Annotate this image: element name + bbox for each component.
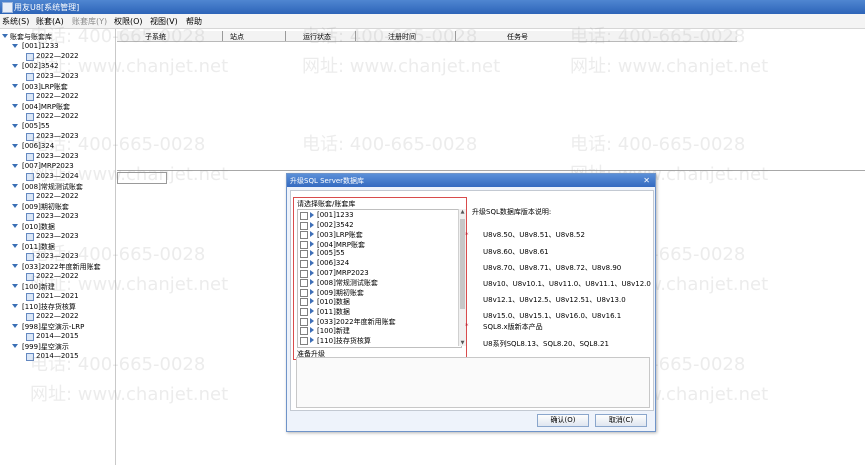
expand-icon[interactable] bbox=[12, 44, 18, 48]
window-title: 用友U8[系统管理] bbox=[14, 3, 80, 12]
expand-icon[interactable] bbox=[12, 224, 18, 228]
scroll-down-icon[interactable]: ▼ bbox=[459, 340, 466, 346]
checkbox[interactable] bbox=[300, 308, 308, 316]
arrow-icon bbox=[310, 221, 314, 228]
watermark-phone: 电话: 400-665-0028 bbox=[570, 134, 746, 155]
watermark-phone: 电话: 400-665-0028 bbox=[570, 26, 746, 47]
account-select-group: 请选择账套/账套库 [001]1233 [002]3542 [003]LRP账套 [0… bbox=[293, 197, 467, 360]
calendar-icon bbox=[26, 313, 34, 321]
menu-system[interactable]: 系统(S) bbox=[2, 16, 29, 27]
calendar-icon bbox=[26, 93, 34, 101]
checkbox[interactable] bbox=[300, 240, 308, 249]
progress-area bbox=[296, 357, 650, 408]
watermark-phone: 电话: 400-665-0028 bbox=[30, 26, 206, 47]
arrow-icon bbox=[310, 269, 314, 276]
checkbox[interactable] bbox=[300, 317, 308, 326]
watermark-site: 网址: www.chanjet.net bbox=[30, 274, 229, 295]
expand-icon[interactable] bbox=[12, 104, 18, 108]
col-site[interactable]: 站点 bbox=[230, 32, 244, 42]
note-star: * bbox=[465, 322, 469, 330]
col-task-id[interactable]: 任务号 bbox=[507, 32, 528, 42]
version-note-title: 升级SQL数据库版本说明: bbox=[472, 208, 552, 216]
version-line: U8v15.0、U8v15.1、U8v16.0、U8v16.1 bbox=[483, 312, 622, 320]
arrow-icon bbox=[310, 298, 314, 305]
cancel-button[interactable]: 取消(C) bbox=[595, 414, 647, 427]
ok-button[interactable]: 确认(O) bbox=[537, 414, 589, 427]
checkbox[interactable] bbox=[300, 279, 308, 288]
arrow-icon bbox=[310, 250, 314, 257]
arrow-icon bbox=[310, 288, 314, 295]
calendar-icon bbox=[26, 193, 34, 201]
expand-icon[interactable] bbox=[12, 284, 18, 288]
expand-icon[interactable] bbox=[12, 264, 18, 268]
calendar-icon bbox=[26, 333, 34, 341]
expand-icon[interactable] bbox=[12, 124, 18, 128]
watermark-site: 网址: www.chanjet.net bbox=[30, 56, 229, 77]
checkbox[interactable] bbox=[300, 250, 308, 259]
checkbox[interactable] bbox=[300, 231, 308, 240]
version-line: U8v8.60、U8v8.61 bbox=[483, 248, 549, 256]
watermark-phone: 电话: 400-665-0028 bbox=[302, 26, 478, 47]
watermark-site: 网址: www.chanjet.net bbox=[570, 56, 769, 77]
scroll-up-icon[interactable]: ▲ bbox=[459, 209, 466, 215]
arrow-icon bbox=[310, 336, 314, 343]
watermark-phone: 电话: 400-665-0028 bbox=[30, 354, 206, 375]
checkbox[interactable] bbox=[300, 260, 308, 268]
arrow-icon bbox=[310, 260, 314, 266]
expand-icon[interactable] bbox=[12, 64, 18, 68]
select-label: 请选择账套/账套库 bbox=[297, 200, 356, 208]
version-line: SQL8.x版新本产品 bbox=[483, 323, 543, 331]
expand-icon[interactable] bbox=[12, 84, 18, 88]
checkbox[interactable] bbox=[300, 327, 308, 336]
watermark-site: 网址: www.chanjet.net bbox=[30, 164, 229, 185]
arrow-icon bbox=[310, 279, 314, 286]
checkbox[interactable] bbox=[300, 336, 308, 345]
version-line: U8v8.70、U8v8.71、U8v8.72、U8v8.90 bbox=[483, 264, 622, 272]
expand-icon[interactable] bbox=[12, 344, 18, 348]
dialog-title: 升级SQL Server数据库 bbox=[290, 177, 365, 185]
checkbox[interactable] bbox=[300, 288, 308, 297]
arrow-icon bbox=[310, 240, 314, 247]
expand-icon[interactable] bbox=[12, 184, 18, 188]
watermark-phone: 电话: 400-665-0028 bbox=[302, 134, 478, 155]
watermark-site: 网址: www.chanjet.net bbox=[302, 56, 501, 77]
checkbox[interactable] bbox=[300, 221, 308, 230]
version-line: U8系列SQL8.13、SQL8.20、SQL8.21 bbox=[483, 340, 609, 348]
version-line: U8v8.50、U8v8.51、U8v8.52 bbox=[483, 231, 585, 239]
arrow-icon bbox=[310, 308, 314, 314]
version-line: U8v12.1、U8v12.5、U8v12.51、U8v13.0 bbox=[483, 296, 626, 304]
app-icon bbox=[2, 2, 13, 13]
arrow-icon bbox=[310, 231, 314, 238]
expand-icon[interactable] bbox=[12, 164, 18, 168]
expand-icon[interactable] bbox=[2, 34, 8, 38]
expand-icon[interactable] bbox=[12, 144, 18, 148]
expand-icon[interactable] bbox=[12, 324, 18, 328]
watermark-phone: 电话: 400-665-0028 bbox=[30, 244, 206, 265]
arrow-icon bbox=[310, 317, 314, 324]
watermark-site: 网址: www.chanjet.net bbox=[30, 384, 229, 405]
note-star: * bbox=[465, 231, 469, 239]
watermark-phone: 电话: 400-665-0028 bbox=[30, 134, 206, 155]
checkbox[interactable] bbox=[300, 212, 308, 220]
expand-icon[interactable] bbox=[12, 304, 18, 308]
account-checklist[interactable]: [001]1233 [002]3542 [003]LRP账套 [004]MRP账套 [0… bbox=[297, 209, 462, 348]
upgrade-sql-dialog: 升级SQL Server数据库 ✕ 请选择账套/账套库 [001]1233 [00… bbox=[286, 173, 656, 432]
arrow-icon bbox=[310, 327, 314, 334]
arrow-icon bbox=[310, 212, 314, 218]
dialog-title-bar: 升级SQL Server数据库 ✕ bbox=[287, 174, 655, 187]
dialog-panel: 请选择账套/账套库 [001]1233 [002]3542 [003]LRP账套 [0… bbox=[290, 190, 654, 411]
checkbox[interactable] bbox=[300, 269, 308, 278]
expand-icon[interactable] bbox=[12, 244, 18, 248]
close-icon[interactable]: ✕ bbox=[643, 176, 650, 185]
title-bar: 用友U8[系统管理] bbox=[0, 0, 865, 14]
version-line: U8v10、U8v10.1、U8v11.0、U8v11.1、U8v12.0 bbox=[483, 280, 651, 288]
calendar-icon bbox=[26, 113, 34, 121]
calendar-icon bbox=[26, 213, 34, 221]
expand-icon[interactable] bbox=[12, 204, 18, 208]
checkbox[interactable] bbox=[300, 298, 308, 307]
